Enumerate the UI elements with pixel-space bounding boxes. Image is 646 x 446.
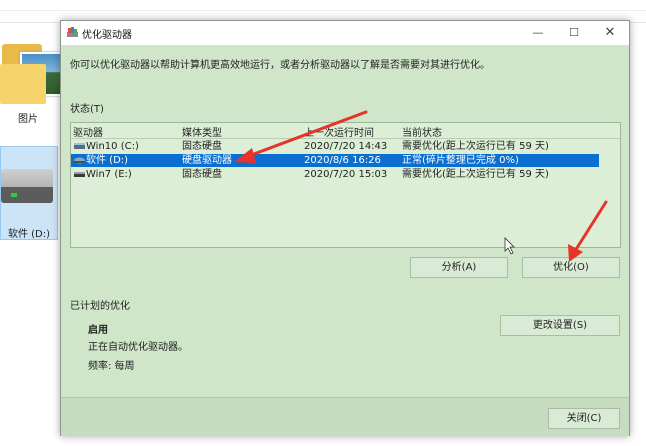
optimize-drives-app-icon (67, 27, 78, 37)
close-window-button[interactable]: ✕ (593, 21, 627, 45)
column-drive[interactable]: 驱动器 (73, 124, 103, 139)
schedule-frequency-text: 频率: 每周 (88, 361, 135, 372)
drive-list-header: 驱动器 媒体类型 上一次运行时间 当前状态 (71, 123, 620, 139)
analyze-button[interactable]: 分析(A) (410, 257, 508, 278)
minimize-button[interactable]: — (521, 21, 555, 45)
drive-icon (74, 157, 85, 164)
drive-list[interactable]: 驱动器 媒体类型 上一次运行时间 当前状态 Win10 (C:) 固态硬盘 20… (70, 122, 621, 248)
maximize-button[interactable]: ☐ (557, 21, 591, 45)
drive-label: 软件 (D:) (7, 229, 51, 240)
optimize-drives-dialog: 优化驱动器 — ☐ ✕ 你可以优化驱动器以帮助计算机更高效地运行，或者分析驱动器… (60, 20, 630, 436)
close-dialog-button[interactable]: 关闭(C) (548, 408, 620, 429)
folder-label: 图片 (18, 114, 38, 125)
status-label: 状态(T) (70, 104, 104, 115)
column-status[interactable]: 当前状态 (402, 124, 442, 139)
drive-icon (74, 172, 85, 177)
column-media-type[interactable]: 媒体类型 (182, 124, 222, 139)
dialog-footer (61, 397, 629, 436)
drive-row-e[interactable]: Win7 (E:) 固态硬盘 2020/7/20 15:03 需要优化(距上次运… (71, 168, 599, 181)
title-bar[interactable]: 优化驱动器 — ☐ ✕ (61, 21, 629, 45)
change-settings-button[interactable]: 更改设置(S) (500, 315, 620, 336)
drive-icon (74, 143, 85, 149)
optimize-button[interactable]: 优化(O) (522, 257, 620, 278)
scheduled-optimization-label: 已计划的优化 (70, 301, 130, 312)
drive-row-c[interactable]: Win10 (C:) 固态硬盘 2020/7/20 14:43 需要优化(距上次… (71, 140, 599, 153)
drive-row-d[interactable]: 软件 (D:) 硬盘驱动器 2020/8/6 16:26 正常(碎片整理已完成 … (71, 154, 599, 167)
pictures-folder[interactable]: 图片 (0, 38, 64, 130)
drive-d-item[interactable]: 软件 (D:) (0, 146, 58, 240)
dialog-description: 你可以优化驱动器以帮助计算机更高效地运行，或者分析驱动器以了解是否需要对其进行优… (70, 60, 490, 71)
column-last-run[interactable]: 上一次运行时间 (304, 124, 374, 139)
dialog-title: 优化驱动器 (82, 30, 132, 41)
schedule-enabled-text: 启用 (88, 325, 108, 336)
schedule-status-text: 正在自动优化驱动器。 (88, 342, 188, 353)
